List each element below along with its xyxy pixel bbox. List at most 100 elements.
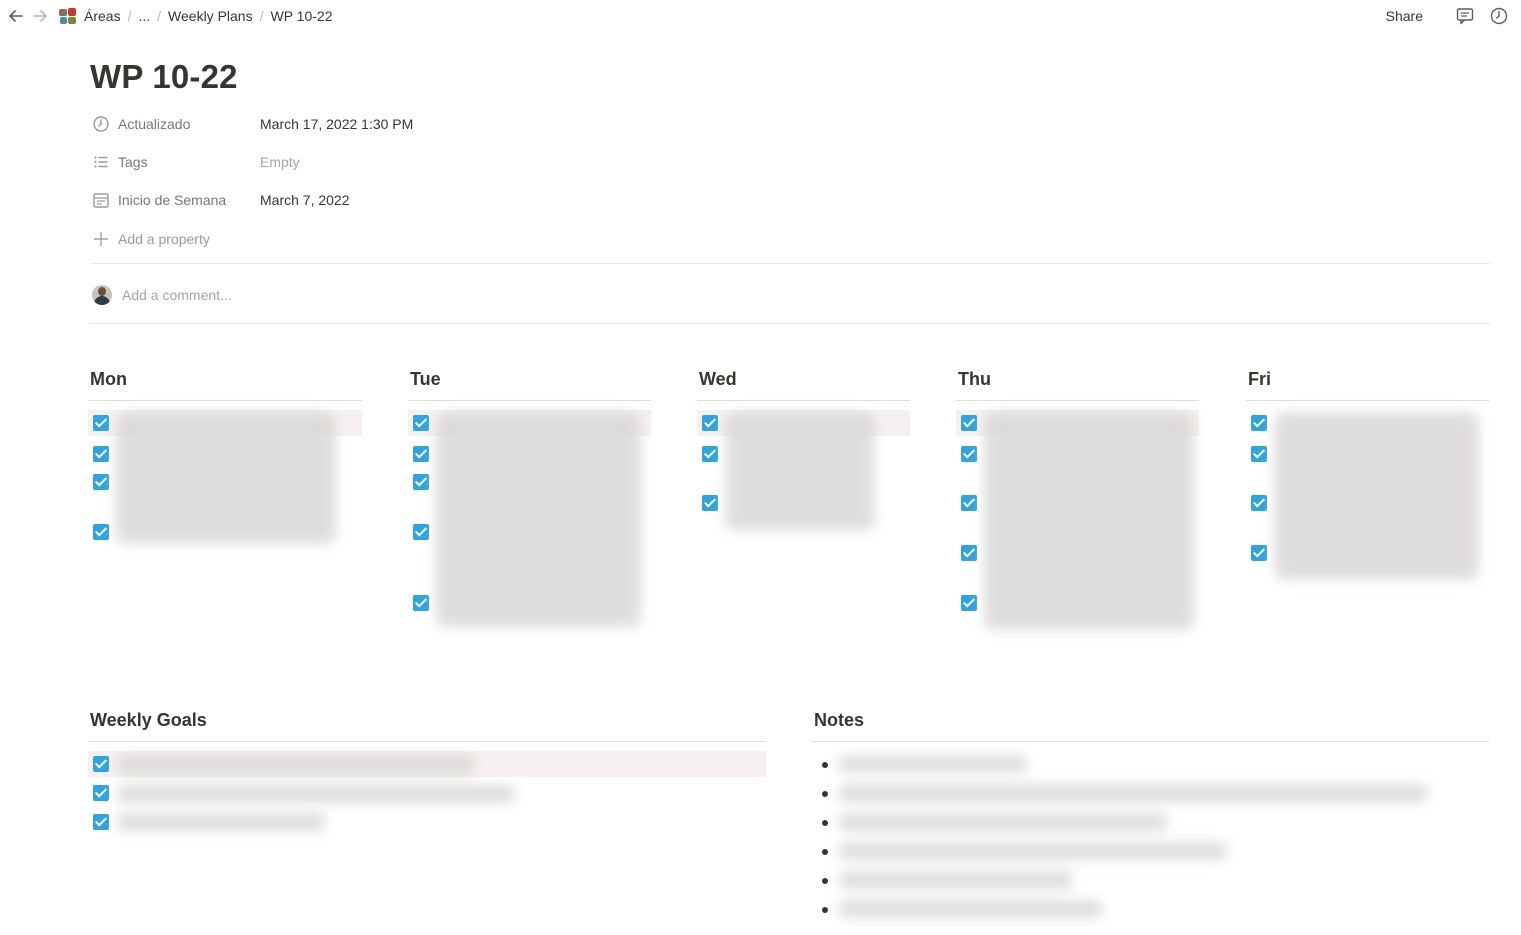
plus-icon — [92, 230, 110, 248]
redacted-text — [838, 842, 1228, 860]
list-icon — [92, 153, 110, 171]
checkbox-checked[interactable] — [961, 545, 977, 561]
property-value[interactable]: March 17, 2022 1:30 PM — [260, 116, 413, 132]
day-heading[interactable]: Wed — [697, 366, 910, 392]
property-value[interactable]: March 7, 2022 — [260, 192, 350, 208]
day-column-wed: Wed — [697, 366, 910, 530]
property-row-actualizado[interactable]: Actualizado March 17, 2022 1:30 PM — [92, 112, 413, 136]
checkbox-checked[interactable] — [961, 595, 977, 611]
column-divider — [697, 400, 910, 401]
redacted-text — [116, 813, 326, 831]
checkbox-checked[interactable] — [93, 785, 109, 801]
bullet-point — [822, 907, 828, 913]
property-value[interactable]: Empty — [260, 154, 300, 170]
checkbox-checked[interactable] — [1251, 446, 1267, 462]
breadcrumb-weekly-plans[interactable]: Weekly Plans — [168, 7, 253, 25]
breadcrumb-separator: / — [259, 8, 264, 24]
redacted-text — [838, 900, 1103, 918]
property-row-inicio-de-semana[interactable]: Inicio de Semana March 7, 2022 — [92, 188, 350, 212]
column-divider — [88, 400, 362, 401]
checkbox-checked[interactable] — [1251, 415, 1267, 431]
column-divider — [956, 400, 1199, 401]
column-divider — [408, 400, 651, 401]
redacted-text — [116, 412, 336, 544]
breadcrumb-separator: / — [157, 8, 162, 24]
notes-section: Notes — [812, 707, 1489, 918]
redacted-text — [838, 813, 1168, 831]
page-title[interactable]: WP 10-22 — [90, 58, 238, 96]
arrow-left-icon[interactable] — [7, 7, 25, 25]
checkbox-checked[interactable] — [961, 415, 977, 431]
breadcrumb-current-page[interactable]: WP 10-22 — [270, 7, 332, 25]
checkbox-checked[interactable] — [93, 524, 109, 540]
clock-icon — [92, 115, 110, 133]
redacted-text — [725, 412, 875, 530]
redacted-text — [984, 412, 1194, 630]
day-heading[interactable]: Thu — [956, 366, 1199, 392]
checkbox-checked[interactable] — [93, 474, 109, 490]
checkbox-checked[interactable] — [93, 756, 109, 772]
divider — [90, 263, 1490, 264]
redacted-text — [116, 785, 516, 803]
property-name: Actualizado — [118, 116, 191, 132]
checkbox-checked[interactable] — [413, 524, 429, 540]
section-divider — [812, 741, 1489, 742]
clock-icon[interactable] — [1489, 6, 1509, 26]
checkbox-checked[interactable] — [1251, 545, 1267, 561]
property-row-tags[interactable]: Tags Empty — [92, 150, 300, 174]
breadcrumb: Áreas / ... / Weekly Plans / WP 10-22 — [58, 7, 332, 25]
bullet-point — [822, 762, 828, 768]
divider — [90, 323, 1490, 324]
bullet-point — [822, 878, 828, 884]
column-divider — [1246, 400, 1489, 401]
top-bar: Áreas / ... / Weekly Plans / WP 10-22 Sh… — [0, 0, 1521, 32]
add-property-label: Add a property — [118, 231, 210, 247]
breadcrumb-ellipsis[interactable]: ... — [138, 7, 150, 25]
add-property-button[interactable]: Add a property — [92, 227, 210, 251]
day-heading[interactable]: Fri — [1246, 366, 1489, 392]
checkbox-checked[interactable] — [413, 595, 429, 611]
checkbox-checked[interactable] — [413, 415, 429, 431]
comment-icon[interactable] — [1455, 6, 1475, 26]
checkbox-checked[interactable] — [413, 446, 429, 462]
day-column-mon: Mon — [88, 366, 362, 544]
weekly-goals-section: Weekly Goals — [88, 707, 766, 831]
redacted-text — [838, 784, 1428, 802]
section-divider — [88, 741, 766, 742]
comment-placeholder: Add a comment... — [122, 287, 232, 303]
checkbox-checked[interactable] — [702, 495, 718, 511]
share-button[interactable]: Share — [1386, 8, 1423, 24]
bullet-point — [822, 849, 828, 855]
redacted-text — [1274, 412, 1479, 580]
property-name: Tags — [118, 154, 148, 170]
arrow-right-icon[interactable] — [31, 7, 49, 25]
redacted-text — [838, 755, 1028, 773]
calendar-icon — [92, 191, 110, 209]
property-name: Inicio de Semana — [118, 192, 227, 208]
redacted-text — [116, 755, 476, 775]
checkbox-checked[interactable] — [702, 415, 718, 431]
bullet-point — [822, 791, 828, 797]
checkbox-checked[interactable] — [1251, 495, 1267, 511]
day-heading[interactable]: Mon — [88, 366, 362, 392]
comment-input[interactable]: Add a comment... — [92, 284, 232, 306]
areas-page-icon — [58, 7, 78, 25]
checkbox-checked[interactable] — [413, 474, 429, 490]
redacted-text — [436, 412, 641, 627]
day-column-thu: Thu — [956, 366, 1199, 630]
weekly-goals-heading[interactable]: Weekly Goals — [88, 707, 766, 733]
checkbox-checked[interactable] — [93, 446, 109, 462]
avatar — [92, 285, 112, 305]
breadcrumb-areas[interactable]: Áreas — [84, 7, 121, 25]
checkbox-checked[interactable] — [702, 446, 718, 462]
checkbox-checked[interactable] — [93, 415, 109, 431]
notes-heading[interactable]: Notes — [812, 707, 1489, 733]
day-column-fri: Fri — [1246, 366, 1489, 580]
day-heading[interactable]: Tue — [408, 366, 651, 392]
day-column-tue: Tue — [408, 366, 651, 627]
checkbox-checked[interactable] — [961, 495, 977, 511]
checkbox-checked[interactable] — [93, 814, 109, 830]
breadcrumb-separator: / — [127, 8, 132, 24]
checkbox-checked[interactable] — [961, 446, 977, 462]
redacted-text — [838, 871, 1073, 889]
